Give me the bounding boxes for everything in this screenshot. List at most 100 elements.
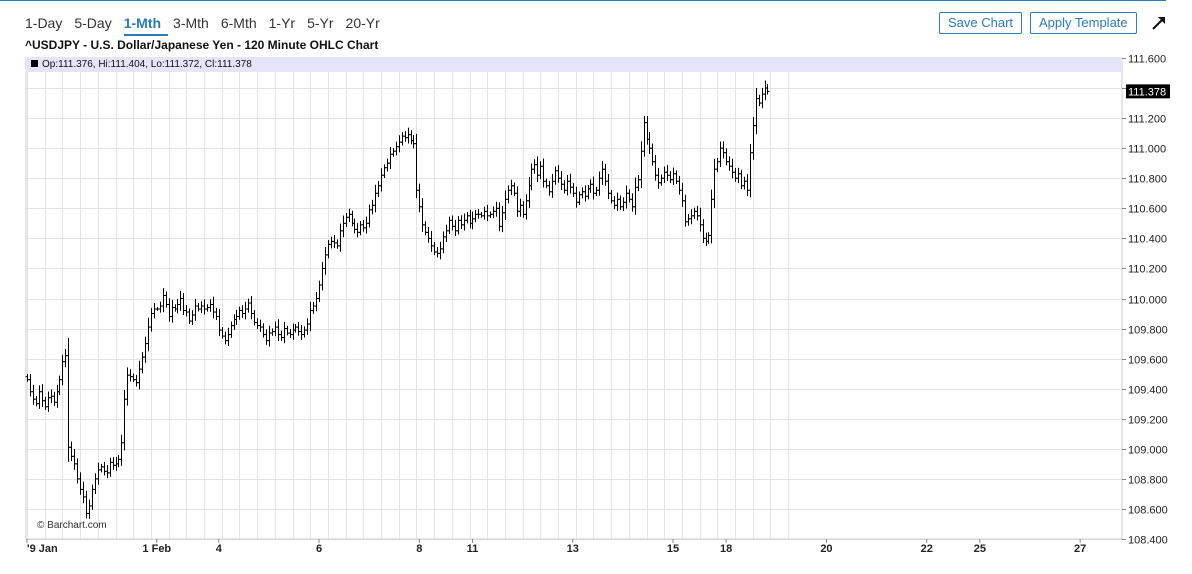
ohlc-bar [350, 210, 355, 227]
ohlc-bar [709, 189, 714, 244]
ohlc-bar [718, 141, 723, 168]
ohlc-bar [541, 158, 546, 188]
ohlc-bar [562, 180, 567, 194]
ohlc-bar [66, 337, 71, 462]
ohlc-bar [214, 307, 219, 320]
ohlc-bar [647, 132, 652, 155]
ohlc-bar [724, 148, 729, 166]
ohlc-bar [102, 461, 107, 476]
ohlc-bar [355, 223, 360, 238]
ohlc-bar [727, 156, 732, 171]
ohlc-bar [712, 158, 717, 208]
ohlc-bar [432, 241, 437, 256]
ohlc-bar [116, 455, 121, 468]
ohlc-bar [255, 318, 260, 330]
ohlc-bar [308, 301, 313, 332]
ohlc-bar [417, 183, 422, 213]
y-tick-label: 109.000 [1128, 445, 1168, 457]
x-tick-label: 18 [720, 543, 732, 555]
ohlc-bar [406, 127, 411, 144]
ohlc-bar [550, 173, 555, 198]
ohlc-bar [733, 167, 738, 182]
ohlc-bar [243, 301, 248, 320]
ohlc-bar [748, 143, 753, 198]
ohlc-bar [382, 164, 387, 178]
ohlc-bar [653, 155, 658, 181]
ohlc-bar [692, 207, 697, 219]
ohlc-bar [745, 174, 750, 197]
ohlc-bar [63, 348, 68, 368]
ohlc-bar [273, 321, 278, 337]
y-tick-label: 109.200 [1128, 415, 1168, 427]
ohlc-bar [650, 143, 655, 166]
ohlc-bar [152, 303, 157, 319]
ohlc-bar [208, 299, 213, 312]
ohlc-bar [765, 84, 770, 95]
ohlc-bar [134, 374, 139, 387]
x-tick-label: '9 Jan [27, 543, 58, 555]
ohlc-bar [143, 336, 148, 363]
ohlc-bar [379, 168, 384, 192]
y-tick-label: 109.800 [1128, 325, 1168, 337]
ohlc-bar [704, 232, 709, 247]
ohlc-bar [509, 179, 514, 196]
ohlc-bar [462, 213, 467, 231]
ohlc-bar [397, 135, 402, 153]
ohlc-bar [754, 87, 759, 135]
ohlc-bar [544, 178, 549, 189]
ohlc-bar [751, 116, 756, 160]
ohlc-bar [429, 231, 434, 252]
ohlc-bar [559, 171, 564, 191]
y-tick-label: 111.200 [1128, 114, 1166, 126]
ohlc-bar [43, 396, 48, 410]
ohlc-bar [609, 189, 614, 204]
ohlc-bar [529, 163, 534, 191]
ohlc-bar [450, 215, 455, 231]
ohlc-bar [571, 182, 576, 197]
ohlc-bar [403, 131, 408, 142]
ohlc-bar [202, 299, 207, 315]
ohlc-bar [332, 235, 337, 249]
price-axis: 108.400 108.600 108.800 109.000 109.200 109.4… [1122, 54, 1170, 547]
series-marker-icon [31, 60, 38, 67]
ohlc-bar [453, 219, 458, 237]
ohlc-bar [532, 159, 537, 174]
ohlc-bar [184, 305, 189, 317]
ohlc-bar [175, 298, 180, 314]
ohlc-bar [642, 115, 647, 157]
ohlc-bar [291, 323, 296, 340]
ohlc-bar [568, 173, 573, 194]
ohlc-bar [388, 147, 393, 170]
ohlc-bar [220, 327, 225, 339]
ohlc-bar [370, 199, 375, 215]
y-tick-label: 111.000 [1128, 144, 1166, 156]
ohlc-bar [763, 80, 768, 101]
ohlc-bar [633, 177, 638, 215]
ohlc-bar [282, 321, 287, 344]
ohlc-bar [137, 360, 142, 390]
ohlc-bar [261, 323, 266, 338]
ohlc-bar [173, 304, 178, 312]
ohlc-bar [57, 375, 62, 396]
x-tick-label: 1 Feb [142, 543, 171, 555]
ohlc-bar [391, 148, 396, 157]
ohlc-bar [352, 218, 357, 234]
ohlc-bar [99, 463, 104, 473]
ohlc-bar [72, 448, 77, 470]
ohlc-bar [674, 170, 679, 184]
ohlc-bar [612, 196, 617, 210]
ohlc-bar [524, 194, 529, 220]
ohlc-bar [515, 186, 520, 217]
ohlc-bar [577, 191, 582, 206]
ohlc-bar [627, 189, 632, 203]
ohlc-bar [400, 132, 405, 146]
ohlc-bar [170, 299, 175, 323]
last-price-label: 111.378 [1128, 86, 1166, 98]
ohlc-bar [267, 325, 272, 347]
ohlc-bar [662, 166, 667, 183]
x-tick-label: 4 [216, 543, 223, 555]
ohlc-bar [293, 324, 298, 333]
ohlc-bar [161, 288, 166, 313]
ohlc-bar [574, 186, 579, 208]
ohlc-bar [423, 221, 428, 236]
